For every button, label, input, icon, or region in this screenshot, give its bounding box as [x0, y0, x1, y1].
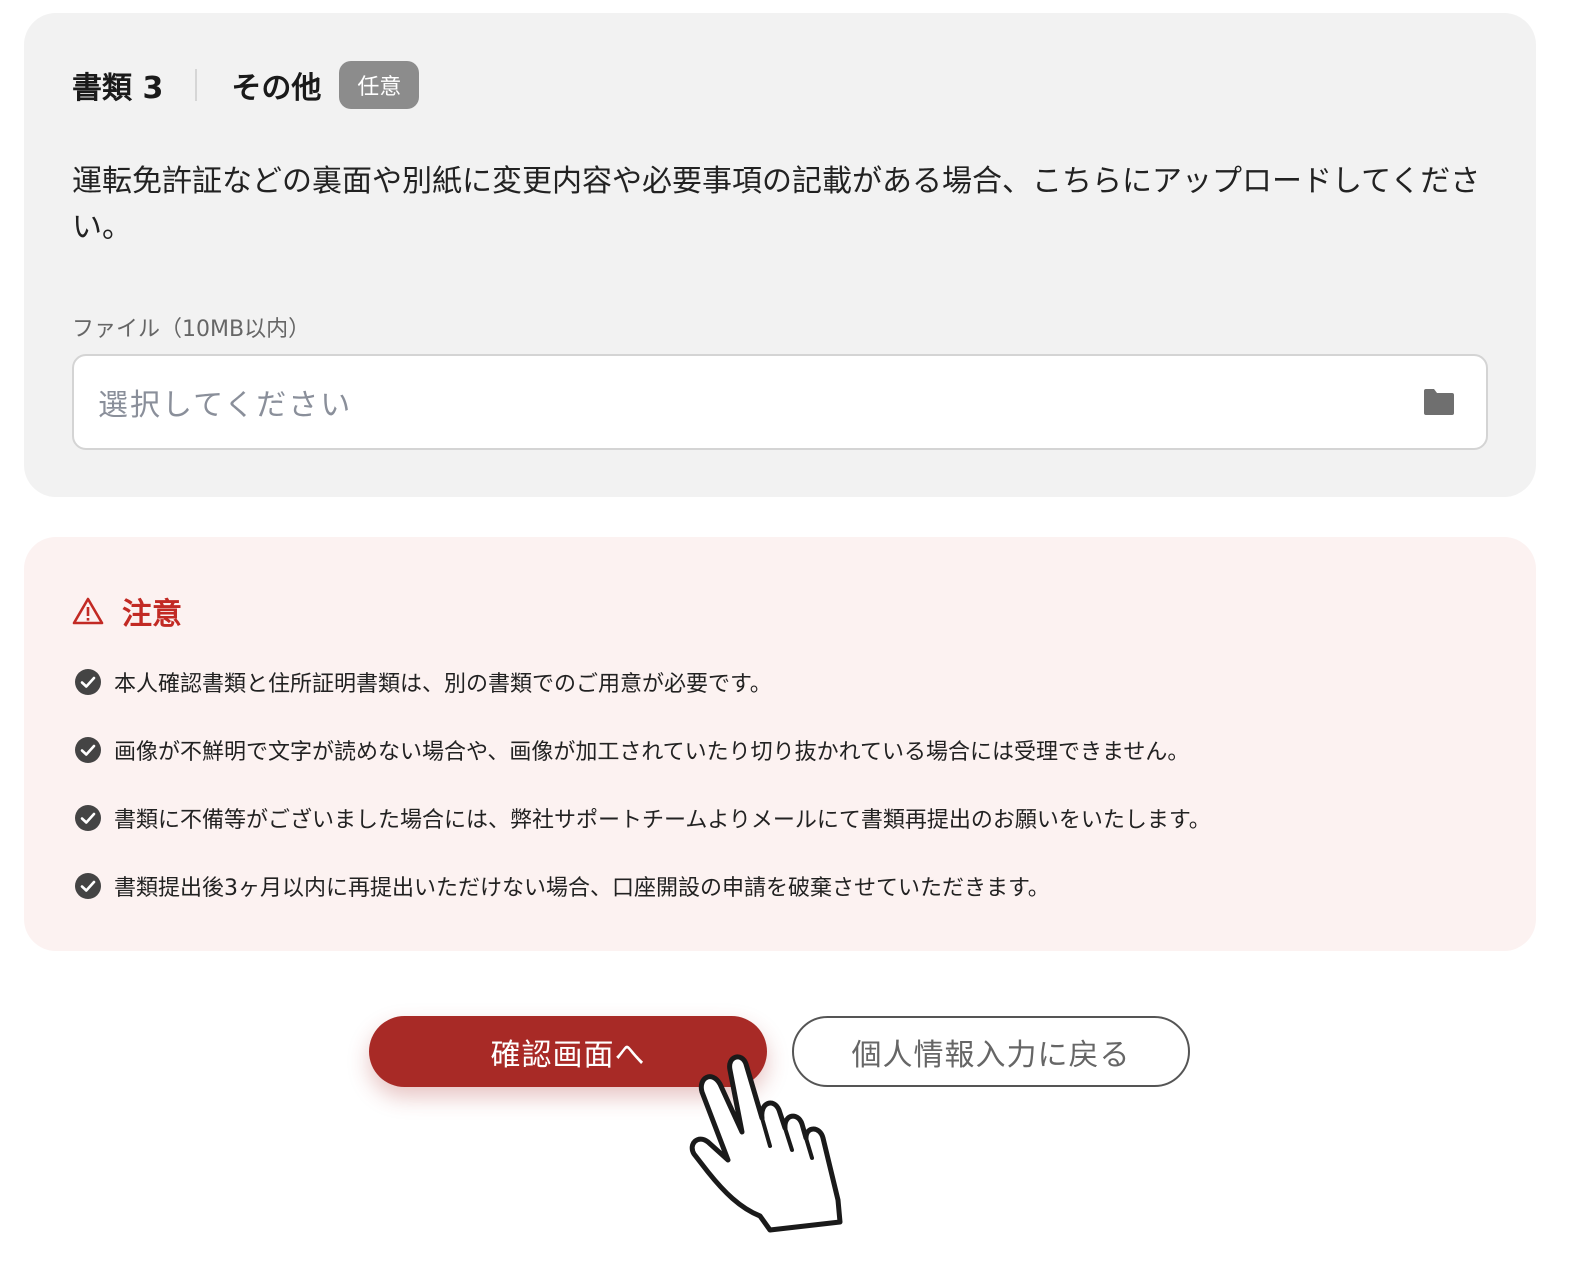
folder-icon[interactable]	[1422, 387, 1456, 417]
file-select-input[interactable]: 選択してください	[72, 354, 1488, 450]
check-circle-icon	[75, 669, 101, 695]
check-circle-icon	[75, 737, 101, 763]
document-number: 書類 3	[72, 71, 164, 106]
warning-icon	[72, 597, 104, 625]
notice-item: 本人確認書類と住所証明書類は、別の書類でのご用意が必要です。	[74, 662, 1211, 702]
document-description: 運転免許証などの裏面や別紙に変更内容や必要事項の記載がある場合、こちらにアップロ…	[72, 164, 1481, 245]
optional-badge: 任意	[339, 61, 420, 109]
document-3-section: 書類 3 その他 任意 運転免許証などの裏面や別紙に変更内容や必要事項の記載があ…	[24, 13, 1536, 497]
notice-item-text: 書類提出後3ヶ月以内に再提出いただけない場合、口座開設の申請を破棄させていただき…	[114, 876, 1050, 901]
pointing-hand-cursor-icon	[689, 1054, 843, 1233]
page: 書類 3 その他 任意 運転免許証などの裏面や別紙に変更内容や必要事項の記載があ…	[0, 0, 1572, 1288]
check-circle-icon	[75, 805, 101, 831]
notice-item-text: 書類に不備等がございました場合には、弊社サポートチームよりメールにて書類再提出の…	[114, 808, 1211, 833]
document-header: 書類 3 その他 任意	[72, 61, 420, 109]
header-divider	[195, 69, 198, 101]
check-circle-icon	[75, 873, 101, 899]
notice-item: 画像が不鮮明で文字が読めない場合や、画像が加工されていたり切り抜かれている場合に…	[74, 730, 1211, 770]
notice-item: 書類に不備等がございました場合には、弊社サポートチームよりメールにて書類再提出の…	[74, 798, 1211, 838]
notice-section: 注意 本人確認書類と住所証明書類は、別の書類でのご用意が必要です。 画像が不鮮明…	[24, 537, 1536, 951]
notice-title: 注意	[122, 597, 182, 632]
file-label: ファイル（10MB以内）	[72, 317, 311, 342]
notice-item-text: 画像が不鮮明で文字が読めない場合や、画像が加工されていたり切り抜かれている場合に…	[114, 740, 1190, 765]
notice-item-text: 本人確認書類と住所証明書類は、別の書類でのご用意が必要です。	[114, 672, 772, 697]
notice-header: 注意	[72, 589, 182, 633]
notice-item: 書類提出後3ヶ月以内に再提出いただけない場合、口座開設の申請を破棄させていただき…	[74, 866, 1211, 906]
file-placeholder: 選択してください	[98, 388, 353, 423]
notice-list: 本人確認書類と住所証明書類は、別の書類でのご用意が必要です。 画像が不鮮明で文字…	[74, 662, 1211, 934]
document-title: その他	[231, 71, 322, 106]
